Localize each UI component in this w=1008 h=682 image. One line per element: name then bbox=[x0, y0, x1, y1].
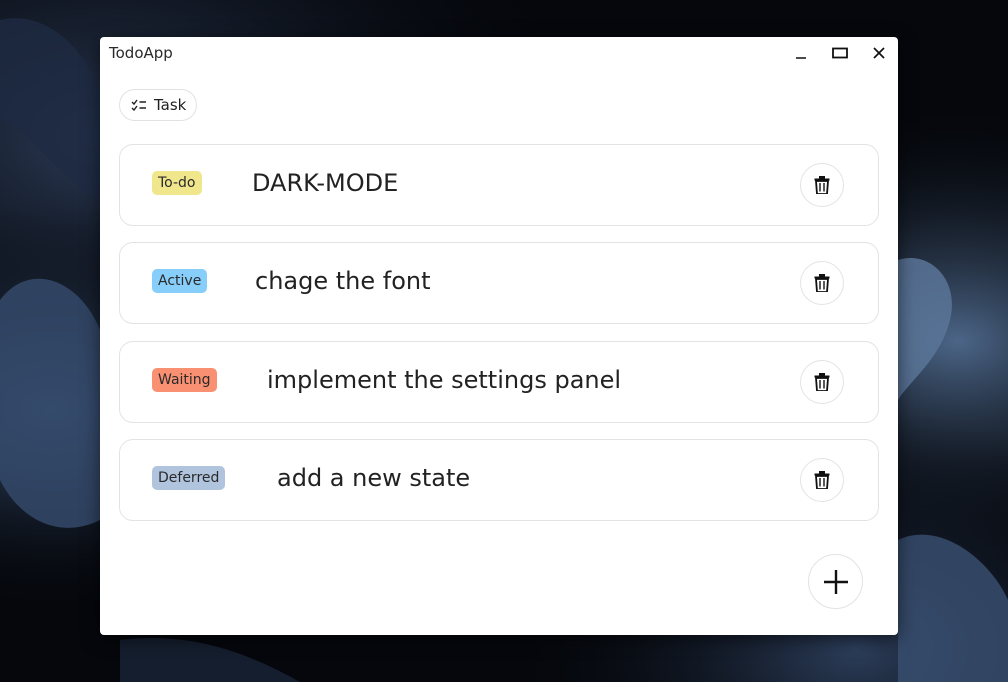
delete-button[interactable] bbox=[800, 163, 844, 207]
todo-text[interactable]: implement the settings panel bbox=[267, 366, 621, 394]
todo-item[interactable]: Deferred add a new state bbox=[119, 439, 879, 521]
checklist-icon bbox=[131, 99, 146, 111]
delete-button[interactable] bbox=[800, 261, 844, 305]
todo-text[interactable]: DARK-MODE bbox=[252, 169, 398, 197]
status-badge[interactable]: Deferred bbox=[152, 466, 226, 490]
todo-item[interactable]: Waiting implement the settings panel bbox=[119, 341, 879, 423]
status-badge[interactable]: Active bbox=[152, 269, 208, 293]
trash-icon bbox=[814, 373, 830, 391]
close-icon bbox=[873, 47, 885, 59]
plus-icon bbox=[823, 569, 848, 594]
close-button[interactable] bbox=[860, 37, 898, 69]
status-badge[interactable]: Waiting bbox=[152, 368, 217, 392]
delete-button[interactable] bbox=[800, 360, 844, 404]
todo-text[interactable]: chage the font bbox=[255, 267, 431, 295]
trash-icon bbox=[814, 176, 830, 194]
todo-item[interactable]: To-do DARK-MODE bbox=[119, 144, 879, 226]
delete-button[interactable] bbox=[800, 458, 844, 502]
trash-icon bbox=[814, 274, 830, 292]
app-window: TodoApp Task To-do DARK-MODE Active chag… bbox=[100, 37, 898, 635]
minimize-icon bbox=[796, 57, 806, 59]
todo-text[interactable]: add a new state bbox=[277, 464, 470, 492]
minimize-button[interactable] bbox=[782, 37, 820, 69]
maximize-button[interactable] bbox=[821, 37, 859, 69]
add-todo-button[interactable] bbox=[808, 554, 863, 609]
task-filter-label: Task bbox=[154, 96, 187, 114]
window-title: TodoApp bbox=[109, 44, 173, 62]
task-filter-button[interactable]: Task bbox=[119, 89, 198, 121]
title-bar[interactable]: TodoApp bbox=[100, 37, 898, 71]
maximize-icon bbox=[832, 47, 848, 59]
todo-item[interactable]: Active chage the font bbox=[119, 242, 879, 324]
status-badge[interactable]: To-do bbox=[152, 171, 202, 195]
trash-icon bbox=[814, 471, 830, 489]
